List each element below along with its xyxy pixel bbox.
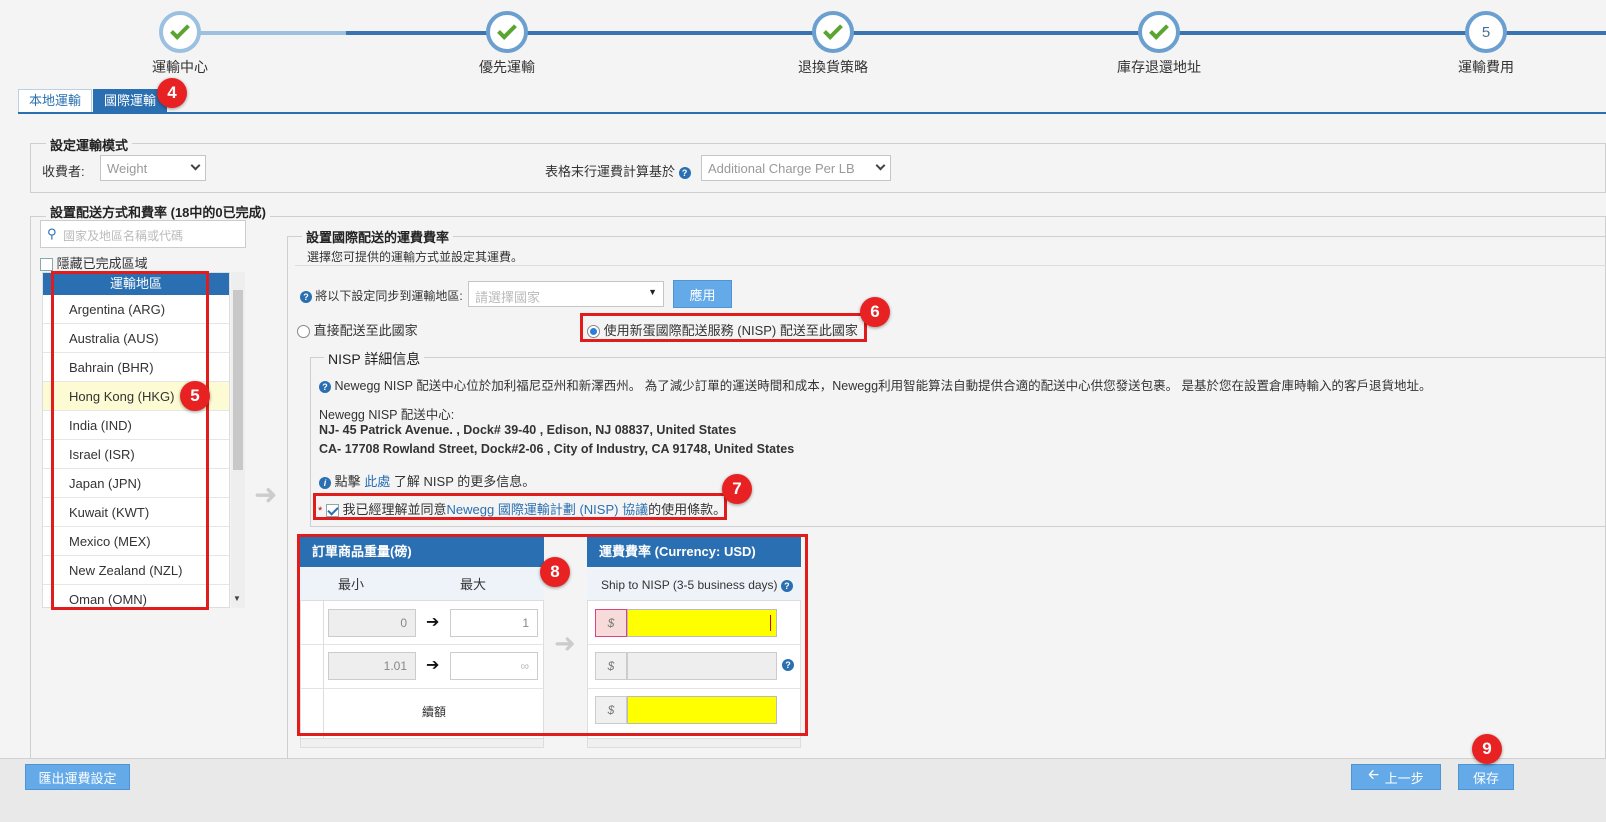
region-list-scroll-thumb[interactable]	[233, 290, 243, 470]
tab-local-shipping[interactable]: 本地運輸	[18, 89, 93, 113]
tab-underline	[18, 112, 1606, 114]
nisp-info-text: Newegg NISP 配送中心位於加利福尼亞州和新澤西州。 為了減少訂單的運送…	[334, 379, 1432, 393]
previous-step-label: 上一步	[1384, 770, 1424, 786]
last-row-basis-label: 表格末行運費計算基於 ?	[545, 161, 691, 180]
annotation-badge-9: 9	[1472, 734, 1502, 764]
arrow-right-icon: ➜	[254, 479, 278, 510]
methods-legend: 設置配送方式和費率 (18中的0已完成)	[46, 202, 270, 221]
hide-completed-label: 隱藏已完成區域	[56, 256, 148, 271]
nisp-center-ca: CA- 17708 Rowland Street, Dock#2-06 , Ci…	[319, 442, 795, 456]
check-icon	[823, 20, 843, 40]
chevron-down-icon	[190, 160, 201, 171]
save-button[interactable]: 保存	[1458, 764, 1514, 790]
annotation-badge-7: 7	[722, 474, 752, 504]
sync-label: ? 將以下設定同步到運輸地區:	[300, 287, 463, 304]
help-icon[interactable]: ?	[678, 166, 691, 179]
step-5-circle[interactable]: 5	[1465, 11, 1507, 53]
chevron-down-icon	[875, 160, 886, 171]
check-icon	[170, 20, 190, 40]
step-2-label: 優先運輸	[479, 59, 535, 75]
radio-direct[interactable]	[297, 325, 310, 339]
step-4-circle[interactable]	[1138, 11, 1180, 53]
step-5-label: 運輸費用	[1458, 59, 1514, 75]
nisp-more-link[interactable]: 此處	[364, 474, 390, 489]
check-icon	[1149, 20, 1169, 40]
last-row-basis-value: Additional Charge Per LB	[708, 161, 855, 176]
annotation-badge-8: 8	[540, 557, 570, 587]
step-3-label: 退換貨策略	[798, 59, 868, 75]
nisp-info: ? Newegg NISP 配送中心位於加利福尼亞州和新澤西州。 為了減少訂單的…	[319, 375, 1432, 394]
annotation-box-5	[51, 271, 209, 610]
step-1-circle[interactable]	[159, 11, 201, 53]
scroll-down-icon[interactable]: ▼	[233, 594, 241, 603]
region-search-input[interactable]: ⚲ 國家及地區名稱或代碼	[40, 220, 246, 248]
step-2-circle[interactable]	[486, 11, 528, 53]
stepper-line	[346, 31, 1606, 35]
step-1-label: 運輸中心	[152, 59, 208, 75]
previous-step-button[interactable]: 🡠 上一步	[1351, 764, 1441, 790]
last-row-basis-text: 表格末行運費計算基於	[545, 164, 676, 179]
intl-rates-legend: 設置國際配送的運費費率	[302, 227, 454, 246]
last-row-basis-select[interactable]: Additional Charge Per LB	[701, 155, 891, 181]
step-3-circle[interactable]	[812, 11, 854, 53]
sync-country-placeholder: 請選擇國家	[475, 290, 541, 305]
hide-completed-row[interactable]: 隱藏已完成區域	[40, 253, 148, 272]
charge-by-value: Weight	[107, 161, 148, 176]
step-4-label: 庫存退還地址	[1117, 59, 1201, 75]
arrow-left-icon: 🡠	[1368, 767, 1379, 782]
nisp-legend: NISP 詳細信息	[324, 349, 425, 369]
search-icon: ⚲	[47, 226, 57, 241]
nisp-center-title: Newegg NISP 配送中心:	[319, 408, 455, 422]
nisp-more-suffix: 了解 NISP 的更多信息。	[393, 474, 536, 489]
annotation-badge-5: 5	[180, 381, 210, 411]
apply-button[interactable]: 應用	[673, 280, 732, 308]
export-rates-button[interactable]: 匯出運費設定	[25, 764, 130, 790]
hide-completed-checkbox[interactable]	[40, 258, 53, 272]
region-search-placeholder: 國家及地區名稱或代碼	[63, 229, 184, 243]
annotation-box-7	[313, 493, 727, 520]
charge-by-select[interactable]: Weight	[100, 155, 206, 181]
radio-direct-row[interactable]: 直接配送至此國家	[297, 320, 418, 339]
info-icon: i	[319, 476, 331, 489]
annotation-box-6	[580, 313, 867, 342]
tab-international-shipping[interactable]: 國際運輸	[93, 89, 168, 113]
nisp-more-info: i 點擊 此處 了解 NISP 的更多信息。	[319, 471, 535, 490]
stepper-progress-line	[180, 31, 346, 35]
divider	[295, 265, 1606, 266]
help-icon[interactable]: ?	[300, 290, 312, 303]
step-5-number: 5	[1481, 23, 1491, 41]
weight-table-hscroll[interactable]	[300, 738, 544, 748]
shipping-mode-legend: 設定運輸模式	[46, 135, 133, 154]
annotation-badge-4: 4	[157, 78, 187, 108]
help-icon: ?	[319, 380, 331, 393]
intl-rates-subtitle: 選擇您可提供的運輸方式並設定其運費。	[307, 250, 524, 264]
sync-label-text: 將以下設定同步到運輸地區:	[315, 289, 463, 303]
rate-table-hscroll[interactable]	[587, 738, 801, 748]
check-icon	[497, 20, 517, 40]
caret-down-icon: ▼	[648, 287, 657, 297]
charge-by-label: 收費者:	[42, 164, 85, 179]
sync-country-select[interactable]: 請選擇國家 ▼	[468, 281, 664, 307]
annotation-badge-6: 6	[860, 297, 890, 327]
nisp-center-nj: NJ- 45 Patrick Avenue. , Dock# 39-40 , E…	[319, 423, 737, 437]
radio-direct-label: 直接配送至此國家	[313, 323, 418, 338]
nisp-more-prefix: 點擊	[334, 474, 361, 489]
